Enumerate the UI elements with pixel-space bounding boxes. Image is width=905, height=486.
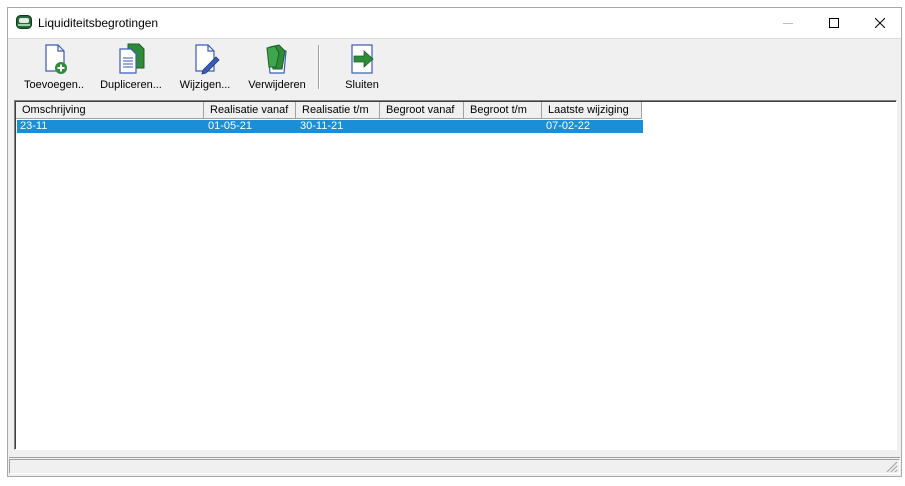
edit-button[interactable]: Wijzigen... bbox=[176, 43, 234, 93]
column-header-budget-from[interactable]: Begroot vanaf bbox=[380, 102, 464, 119]
close-window-button-label: Sluiten bbox=[345, 79, 379, 91]
list-header: Omschrijving Realisatie vanaf Realisatie… bbox=[16, 102, 642, 119]
status-bar bbox=[9, 457, 900, 475]
maximize-button[interactable] bbox=[811, 8, 857, 38]
cell-budget-from bbox=[381, 120, 465, 133]
table-row[interactable]: 23-11 01-05-21 30-11-21 07-02-22 bbox=[17, 120, 643, 133]
duplicate-button-label: Dupliceren... bbox=[100, 79, 162, 91]
delete-button[interactable]: Verwijderen bbox=[244, 43, 310, 93]
bank-icon bbox=[16, 15, 32, 29]
status-pane bbox=[9, 459, 900, 474]
duplicate-document-icon bbox=[119, 43, 145, 74]
toolbar: Toevoegen.. Dupliceren... Wijzigen... Ve… bbox=[8, 38, 901, 95]
cell-budget-to bbox=[465, 120, 543, 133]
column-header-realisation-from[interactable]: Realisatie vanaf bbox=[204, 102, 296, 119]
duplicate-button[interactable]: Dupliceren... bbox=[98, 43, 164, 93]
liquidity-budgets-window: Liquiditeitsbegrotingen Toevoegen.. Dupl… bbox=[7, 7, 902, 477]
cell-last-modified: 07-02-22 bbox=[546, 120, 591, 132]
toolbar-separator bbox=[318, 45, 320, 89]
title-bar[interactable]: Liquiditeitsbegrotingen bbox=[8, 8, 901, 38]
column-header-last-modified[interactable]: Laatste wijziging bbox=[542, 102, 642, 119]
exit-arrow-icon bbox=[351, 44, 374, 74]
maximize-icon bbox=[829, 18, 839, 28]
column-header-description[interactable]: Omschrijving bbox=[16, 102, 204, 119]
cell-realisation-to: 30-11-21 bbox=[300, 120, 344, 132]
close-window-button[interactable]: Sluiten bbox=[334, 43, 390, 93]
column-header-realisation-to[interactable]: Realisatie t/m bbox=[296, 102, 380, 119]
delete-documents-icon bbox=[266, 44, 287, 74]
delete-button-label: Verwijderen bbox=[248, 79, 306, 91]
minimize-icon bbox=[783, 23, 793, 24]
budgets-list[interactable]: Omschrijving Realisatie vanaf Realisatie… bbox=[14, 100, 897, 450]
window-title: Liquiditeitsbegrotingen bbox=[38, 16, 159, 30]
close-button[interactable] bbox=[857, 8, 903, 38]
add-button[interactable]: Toevoegen.. bbox=[20, 43, 88, 93]
column-header-budget-to[interactable]: Begroot t/m bbox=[464, 102, 542, 119]
close-icon bbox=[875, 18, 885, 28]
edit-document-icon bbox=[195, 44, 220, 75]
edit-button-label: Wijzigen... bbox=[179, 79, 231, 91]
minimize-button[interactable] bbox=[765, 8, 811, 38]
add-document-icon bbox=[45, 44, 67, 74]
cell-realisation-from: 01-05-21 bbox=[208, 120, 253, 132]
resize-grip-icon[interactable] bbox=[886, 461, 898, 473]
add-button-label: Toevoegen.. bbox=[24, 79, 84, 91]
cell-description: 23-11 bbox=[20, 120, 48, 132]
